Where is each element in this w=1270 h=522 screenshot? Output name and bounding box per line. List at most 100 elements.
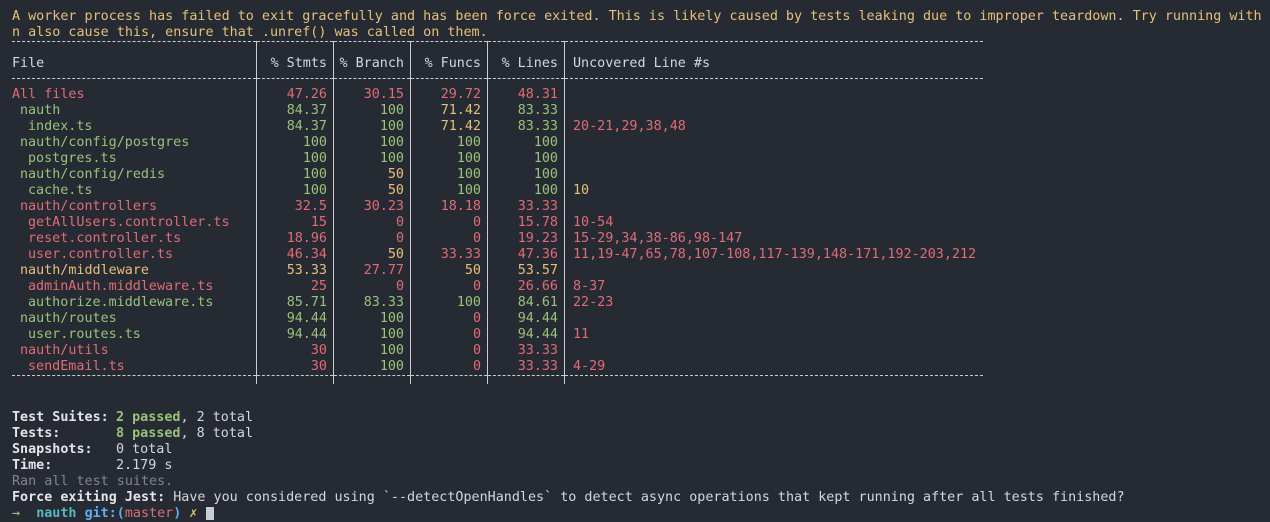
cell-branch: 100 [333, 327, 411, 343]
cell-file: All files [12, 87, 85, 102]
tests-passed: 8 passed [116, 426, 181, 441]
cell-lines: 26.66 [487, 279, 565, 295]
summary-snapshots: Snapshots: 0 total [12, 442, 1258, 458]
cell-stmts: 84.37 [256, 119, 334, 135]
table-row: user.controller.ts 46.34 50 33.33 47.36 11,19… [12, 247, 983, 263]
cell-file: cache.ts [28, 183, 93, 198]
header-file: File [12, 56, 45, 71]
cell-branch: 0 [333, 215, 411, 231]
cell-branch: 0 [333, 279, 411, 295]
cell-funcs: 100 [410, 183, 488, 199]
prompt-branch: master [124, 506, 174, 521]
table-row: postgres.ts 100 100 100 100 [12, 151, 983, 167]
cell-funcs: 0 [410, 327, 488, 343]
cell-branch: 50 [333, 247, 411, 263]
cell-uncovered: 15-29,34,38-86,98-147 [564, 231, 983, 247]
cell-lines: 33.33 [487, 359, 565, 376]
table-row: nauth 84.37 100 71.42 83.33 [12, 103, 983, 119]
suites-passed: 2 passed [116, 410, 181, 425]
cell-funcs: 29.72 [410, 87, 488, 103]
cell-file: nauth/utils [20, 343, 109, 358]
cell-lines: 100 [487, 151, 565, 167]
table-row: adminAuth.middleware.ts 25 0 0 26.66 8-37 [12, 279, 983, 295]
table-row: reset.controller.ts 18.96 0 0 19.23 15-29,34,… [12, 231, 983, 247]
table-header-divider [12, 78, 983, 87]
cell-file: nauth/controllers [20, 199, 158, 214]
cell-branch: 30.15 [333, 87, 411, 103]
cell-lines: 94.44 [487, 311, 565, 327]
cell-file: nauth/middleware [20, 263, 149, 278]
cell-lines: 15.78 [487, 215, 565, 231]
cell-branch: 100 [333, 135, 411, 151]
cell-uncovered: 20-21,29,38,48 [564, 119, 983, 135]
cell-file: reset.controller.ts [28, 231, 182, 246]
tests-total: , 8 total [180, 426, 254, 441]
cell-stmts: 84.37 [256, 103, 334, 119]
shell-prompt[interactable]: → nauth git:(master) ✗ [12, 506, 1258, 522]
cell-funcs: 100 [410, 295, 488, 311]
cell-file: nauth/config/postgres [20, 135, 190, 150]
table-row: nauth/utils 30 100 0 33.33 [12, 343, 983, 359]
prompt-directory: nauth [36, 506, 77, 521]
cell-branch: 50 [333, 183, 411, 199]
cell-stmts: 15 [256, 215, 334, 231]
suites-label: Test Suites: [12, 410, 109, 425]
header-branch: % Branch [333, 50, 411, 79]
cell-file: sendEmail.ts [28, 359, 125, 374]
cell-branch: 27.77 [333, 263, 411, 279]
cell-lines: 48.31 [487, 87, 565, 103]
tests-label: Tests: [12, 426, 61, 441]
table-row: index.ts 84.37 100 71.42 83.33 20-21,29,38,48 [12, 119, 983, 135]
terminal[interactable]: A worker process has failed to exit grac… [0, 0, 1270, 522]
table-row: user.routes.ts 94.44 100 0 94.44 11 [12, 327, 983, 343]
cell-funcs: 50 [410, 263, 488, 279]
test-summary: Test Suites: 2 passed, 2 total Tests: 8 pa… [12, 410, 1258, 522]
cell-branch: 100 [333, 103, 411, 119]
cell-uncovered [564, 151, 983, 167]
summary-tests: Tests: 8 passed, 8 total [12, 426, 1258, 442]
cell-stmts: 32.5 [256, 199, 334, 215]
cell-funcs: 71.42 [410, 119, 488, 135]
cell-lines: 84.61 [487, 295, 565, 311]
table-row: sendEmail.ts 30 100 0 33.33 4-29 [12, 359, 983, 376]
cell-file: authorize.middleware.ts [28, 295, 214, 310]
header-stmts: % Stmts [256, 50, 334, 79]
table-row: authorize.middleware.ts 85.71 83.33 100 84.6… [12, 295, 983, 311]
coverage-table: File % Stmts % Branch % Funcs % Lines Un… [12, 41, 983, 384]
cell-uncovered: 22-23 [564, 295, 983, 311]
cell-uncovered: 10-54 [564, 215, 983, 231]
cell-lines: 47.36 [487, 247, 565, 263]
cell-branch: 83.33 [333, 295, 411, 311]
cell-lines: 94.44 [487, 327, 565, 343]
table-row: nauth/config/redis 100 50 100 100 [12, 167, 983, 183]
snapshots-value: 0 total [116, 442, 173, 457]
cell-stmts: 94.44 [256, 311, 334, 327]
force-exit-line: Force exiting Jest: Have you considered … [12, 490, 1258, 506]
time-label: Time: [12, 458, 53, 473]
cell-file: postgres.ts [28, 151, 117, 166]
cell-uncovered: 11 [564, 327, 983, 343]
cell-file: user.routes.ts [28, 327, 141, 342]
cell-lines: 83.33 [487, 103, 565, 119]
cell-uncovered [564, 311, 983, 327]
cell-stmts: 100 [256, 135, 334, 151]
table-row: nauth/config/postgres 100 100 100 100 [12, 135, 983, 151]
cell-file: user.controller.ts [28, 247, 174, 262]
cell-funcs: 0 [410, 343, 488, 359]
cell-uncovered [564, 135, 983, 151]
cell-branch: 100 [333, 343, 411, 359]
cell-branch: 30.23 [333, 199, 411, 215]
suites-total: , 2 total [180, 410, 254, 425]
cursor[interactable] [205, 506, 214, 520]
cell-funcs: 100 [410, 151, 488, 167]
cell-funcs: 18.18 [410, 199, 488, 215]
cell-uncovered: 8-37 [564, 279, 983, 295]
cell-file: nauth [20, 103, 61, 118]
snapshots-label: Snapshots: [12, 442, 93, 457]
ran-all-text: Ran all test suites. [12, 474, 174, 489]
cell-stmts: 53.33 [256, 263, 334, 279]
force-exit-label: Force exiting Jest: [12, 490, 166, 505]
cell-branch: 0 [333, 231, 411, 247]
table-row: nauth/middleware 53.33 27.77 50 53.57 [12, 263, 983, 279]
cell-lines: 53.57 [487, 263, 565, 279]
